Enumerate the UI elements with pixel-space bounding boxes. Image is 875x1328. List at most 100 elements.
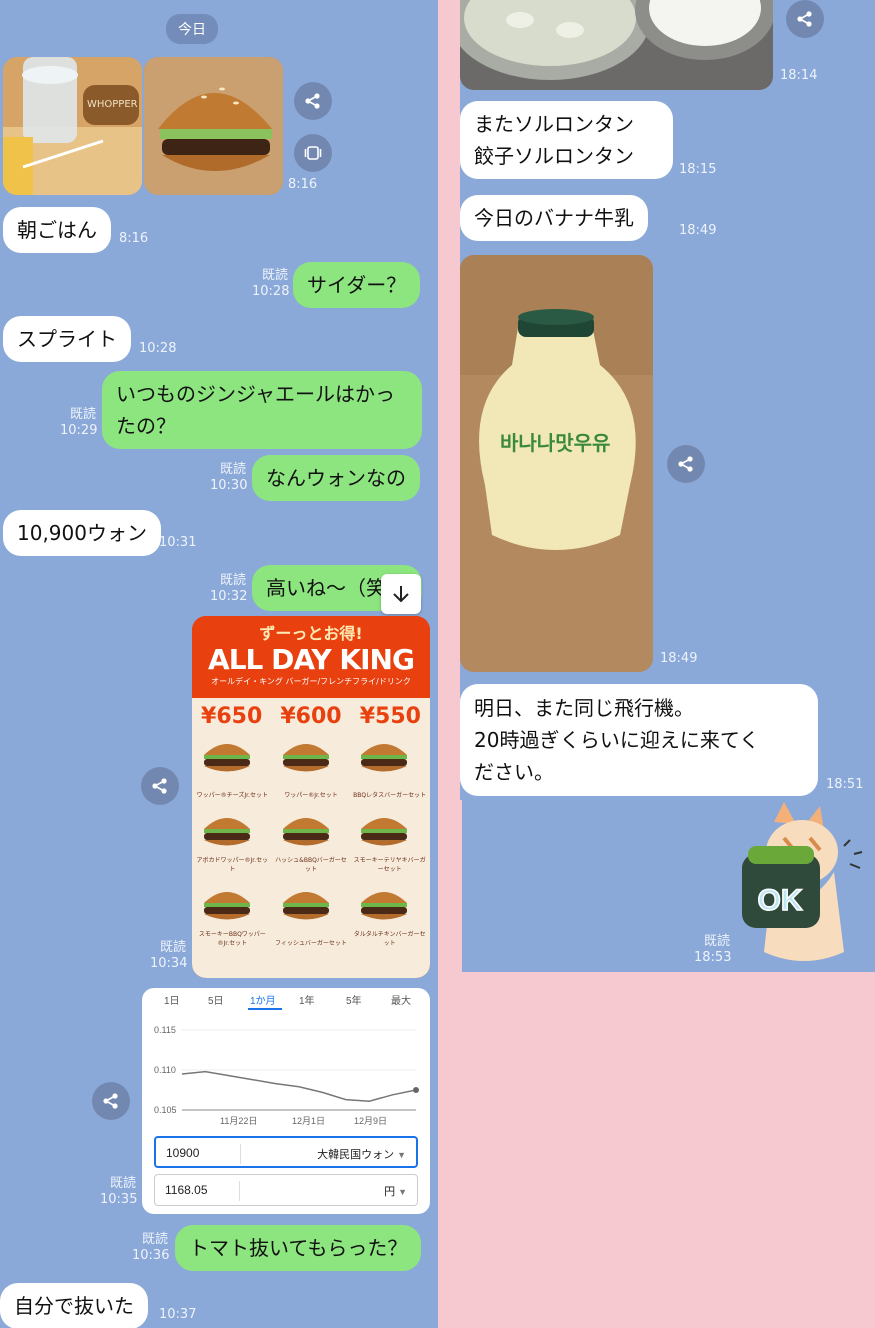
left-chat-panel[interactable]: 今日 WHOPPER 8:16 朝ごはん 8:16 既読 10:28 サイダー？… bbox=[0, 0, 438, 1328]
to-amount-field[interactable]: 1168.05 円 ▼ bbox=[154, 1174, 418, 1206]
ad-menu-item: タルタルチキンバーガーセット bbox=[351, 881, 428, 953]
ad-header: ずーっとお得! ALL DAY KING オールデイ・キング バーガー/フレンチ… bbox=[192, 616, 430, 696]
message-time: 18:49 bbox=[660, 651, 698, 666]
ok-sticker-text: OK bbox=[758, 884, 803, 917]
sollongtang-photo[interactable] bbox=[460, 0, 773, 90]
ad-item-label: ハッシュ&BBQバーガーセット bbox=[275, 857, 347, 873]
incoming-message[interactable]: 今日のバナナ牛乳 bbox=[460, 195, 648, 241]
currency-converter-screenshot[interactable]: 1日 5日 1か月 1年 5年 最大 0.115 0.110 0.105 11月… bbox=[142, 988, 430, 1214]
rate-point bbox=[413, 1087, 419, 1093]
burger-illustration bbox=[144, 57, 283, 195]
ad-price: ¥650 bbox=[201, 704, 263, 729]
from-currency-select[interactable]: 大韓民国ウォン ▼ bbox=[317, 1146, 406, 1162]
burger-king-ad-image[interactable]: ずーっとお得! ALL DAY KING オールデイ・キング バーガー/フレンチ… bbox=[192, 616, 430, 978]
ad-item-label: ワッパー®Jr.セット bbox=[284, 792, 338, 799]
message-line: 餃子ソルロンタン bbox=[474, 144, 634, 168]
message-time: 18:15 bbox=[679, 162, 717, 177]
banana-milk-photo[interactable]: 바나나맛우유 bbox=[460, 255, 653, 672]
share-button[interactable] bbox=[786, 0, 824, 38]
ad-item-label: スモーキーBBQワッパー®Jr.セット bbox=[198, 931, 266, 947]
share-icon bbox=[152, 778, 167, 794]
read-receipt: 既読 10:28 bbox=[252, 268, 290, 299]
banana-milk-label: 바나나맛우유 bbox=[500, 431, 610, 455]
read-receipt: 既読 10:30 bbox=[210, 462, 248, 493]
album-button[interactable] bbox=[294, 134, 332, 172]
read-receipt: 既読 18:53 bbox=[694, 934, 732, 965]
share-button[interactable] bbox=[141, 767, 179, 805]
share-icon bbox=[678, 456, 693, 472]
outgoing-message[interactable]: いつものジンジャエールはかっ たの？ bbox=[102, 371, 422, 449]
message-time: 18:49 bbox=[679, 223, 717, 238]
share-icon bbox=[103, 1093, 118, 1109]
arrow-down-icon bbox=[393, 586, 409, 603]
message-time: 18:14 bbox=[780, 68, 818, 83]
field-separator bbox=[240, 1144, 241, 1164]
ad-price: ¥550 bbox=[359, 704, 421, 729]
read-receipt: 既読 10:36 bbox=[132, 1232, 170, 1263]
date-divider: 今日 bbox=[166, 14, 218, 44]
read-receipt: 既読 10:35 bbox=[100, 1176, 138, 1207]
ok-cat-sticker[interactable]: OK bbox=[734, 802, 874, 970]
banana-milk-illustration: 바나나맛우유 bbox=[460, 255, 653, 672]
incoming-message[interactable]: 朝ごはん bbox=[3, 207, 111, 253]
x-tick-label: 12月1日 bbox=[292, 1116, 326, 1126]
x-tick-label: 11月22日 bbox=[220, 1116, 258, 1126]
ad-menu-item: アボカドワッパー®Jr.セット bbox=[194, 807, 271, 879]
ad-menu-item: ワッパー®Jr.セット bbox=[273, 733, 350, 805]
burger-photo[interactable] bbox=[144, 57, 283, 195]
dropdown-caret-icon: ▼ bbox=[398, 1187, 407, 1197]
message-time: 10:28 bbox=[139, 341, 177, 356]
burger-icon bbox=[361, 892, 408, 920]
tray-illustration: WHOPPER bbox=[3, 57, 142, 195]
burger-icon bbox=[282, 818, 329, 846]
message-time: 10:31 bbox=[159, 535, 197, 550]
burger-icon bbox=[204, 818, 250, 846]
rate-series-line bbox=[181, 1070, 417, 1102]
share-button[interactable] bbox=[667, 445, 705, 483]
burger-icon bbox=[361, 818, 408, 846]
x-tick-label: 12月9日 bbox=[354, 1116, 388, 1126]
burger-icon bbox=[361, 744, 408, 772]
scroll-to-bottom-button[interactable] bbox=[381, 574, 421, 614]
incoming-message[interactable]: またソルロンタン 餃子ソルロンタン bbox=[460, 101, 673, 179]
ad-subtitle: ずーっとお得! bbox=[259, 624, 363, 643]
from-amount[interactable]: 10900 bbox=[166, 1146, 199, 1160]
incoming-message[interactable]: 明日、また同じ飛行機。 20時過ぎくらいに迎えに来てく ださい。 bbox=[460, 684, 818, 796]
breakfast-tray-photo[interactable]: WHOPPER bbox=[3, 57, 142, 195]
incoming-message[interactable]: 10,900ウォン bbox=[3, 510, 161, 556]
ad-menu-item: スモーキーテリヤキバーガーセット bbox=[351, 807, 428, 879]
field-separator bbox=[239, 1181, 240, 1201]
incoming-message[interactable]: 自分で抜いた bbox=[0, 1283, 148, 1328]
outgoing-message[interactable]: サイダー？ bbox=[293, 262, 421, 308]
ad-menu: ¥650 ¥600 ¥550 ワッパー®チーズJr.セット ワッパー®Jr.セット… bbox=[192, 698, 430, 978]
burger-icon bbox=[282, 744, 329, 772]
share-button[interactable] bbox=[294, 82, 332, 120]
outgoing-message[interactable]: トマト抜いてもらった？ bbox=[175, 1225, 422, 1271]
burger-icon bbox=[204, 892, 250, 920]
message-line: またソルロンタン bbox=[474, 112, 634, 136]
outgoing-message[interactable]: なんウォンなの bbox=[252, 455, 420, 501]
ad-menu-item: スモーキーBBQワッパー®Jr.セット bbox=[194, 881, 271, 953]
right-chat-panel-lower[interactable]: 既読 18:53 OK bbox=[462, 800, 875, 972]
message-line: 20時過ぎくらいに迎えに来てく bbox=[474, 728, 760, 752]
rate-line-chart bbox=[181, 1029, 419, 1111]
read-receipt: 既読 10:32 bbox=[210, 573, 248, 604]
album-icon bbox=[304, 146, 322, 160]
share-button[interactable] bbox=[92, 1082, 130, 1120]
ad-menu-item: BBQレタスバーガーセット bbox=[351, 733, 428, 805]
incoming-message[interactable]: スプライト bbox=[3, 316, 131, 362]
ad-item-label: アボカドワッパー®Jr.セット bbox=[196, 857, 269, 873]
dropdown-caret-icon: ▼ bbox=[397, 1150, 406, 1160]
ad-price: ¥600 bbox=[280, 704, 342, 729]
message-line: ださい。 bbox=[474, 760, 554, 784]
to-currency-select[interactable]: 円 ▼ bbox=[384, 1183, 407, 1199]
ad-item-label: タルタルチキンバーガーセット bbox=[353, 931, 426, 947]
message-time: 10:37 bbox=[159, 1307, 197, 1322]
share-icon bbox=[797, 11, 812, 27]
to-amount[interactable]: 1168.05 bbox=[165, 1183, 208, 1197]
from-amount-field[interactable]: 10900 大韓民国ウォン ▼ bbox=[154, 1136, 418, 1168]
right-chat-panel[interactable]: 18:14 またソルロンタン 餃子ソルロンタン 18:15 今日のバナナ牛乳 1… bbox=[460, 0, 875, 800]
message-line: いつものジンジャエールはかっ bbox=[116, 382, 395, 406]
message-time: 8:16 bbox=[119, 231, 149, 246]
ad-item-label: スモーキーテリヤキバーガーセット bbox=[353, 857, 426, 873]
